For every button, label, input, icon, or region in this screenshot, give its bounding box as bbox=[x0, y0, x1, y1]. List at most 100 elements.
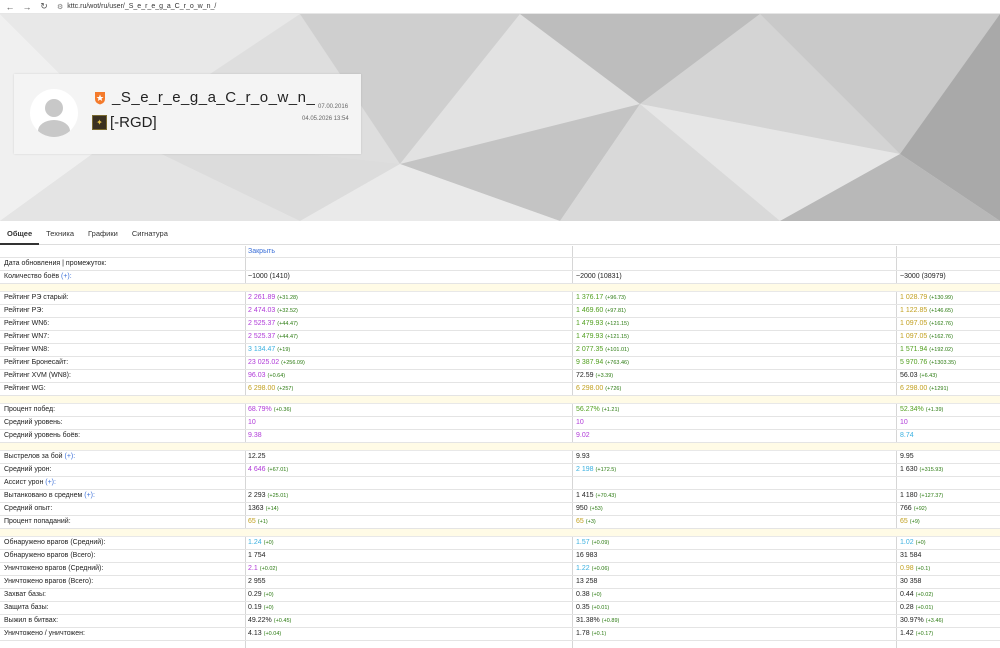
expand-toggle[interactable]: (+): bbox=[59, 273, 72, 280]
delta-text: (+31.28) bbox=[277, 295, 298, 301]
stat-value: 1.22 (+0.06) bbox=[576, 563, 609, 575]
table-row: Средний урон: 4 646 (+67.01) 2 198 (+172.5) 1… bbox=[0, 464, 1000, 477]
stat-value: ~3000 (30979) bbox=[900, 271, 946, 283]
stat-value: 6 298.00 (+726) bbox=[576, 383, 621, 395]
value-text: ~3000 (30979) bbox=[900, 273, 946, 280]
table-row: Уничтожено врагов (Всего): 2 955 13 258 30 … bbox=[0, 576, 1000, 589]
value-text: 30 358 bbox=[900, 578, 922, 585]
tab-charts[interactable]: Графики bbox=[81, 222, 125, 245]
stat-value: 72.59 (+3.39) bbox=[576, 370, 613, 382]
close-link[interactable]: Закрыть bbox=[248, 246, 275, 258]
value-text: 2 525.37 bbox=[248, 320, 276, 327]
value-text: 950 bbox=[576, 505, 588, 512]
table-row: Захват базы: 0.29 (+0) 0.38 (+0) 0.44 (+0.02) bbox=[0, 589, 1000, 602]
address-bar[interactable]: ⚙ kttc.ru/wot/ru/user/_S_e_r_e_g_a_C_r_o… bbox=[57, 1, 216, 13]
value-text: 1 479.93 bbox=[576, 333, 604, 340]
delta-text: (+1.39) bbox=[925, 407, 944, 413]
value-text: 5 970.76 bbox=[900, 359, 928, 366]
value-text: 1.22 bbox=[576, 565, 590, 572]
stat-value: ~2000 (10831) bbox=[576, 271, 622, 283]
tab-vehicles[interactable]: Техника bbox=[39, 222, 81, 245]
stat-label: Рейтинг XVM (WN8): bbox=[4, 372, 71, 379]
stat-value: 65 (+3) bbox=[576, 516, 596, 528]
delta-text: (+172.5) bbox=[595, 467, 617, 473]
expand-toggle[interactable]: (+): bbox=[82, 492, 95, 499]
value-text: 1 415 bbox=[576, 492, 594, 499]
delta-text: (+146.65) bbox=[929, 308, 953, 314]
section-separator bbox=[0, 443, 1000, 451]
site-settings-icon[interactable]: ⚙ bbox=[57, 3, 63, 11]
delta-text: (+1.21) bbox=[601, 407, 620, 413]
tab-general[interactable]: Общее bbox=[0, 222, 40, 245]
delta-text: (+0.1) bbox=[915, 566, 931, 572]
delta-text: (+0.09) bbox=[591, 540, 610, 546]
stat-value: 1 097.05 (+162.76) bbox=[900, 318, 953, 330]
expand-toggle[interactable]: (+): bbox=[63, 453, 75, 460]
delta-text: (+0.17) bbox=[915, 631, 934, 637]
stat-value: 2 261.89 (+31.28) bbox=[248, 292, 298, 304]
value-text: 1 180 bbox=[900, 492, 918, 499]
stat-value: 1.78 (+0.1) bbox=[576, 628, 606, 640]
delta-text: (+1291) bbox=[929, 386, 949, 392]
delta-text: (+53) bbox=[589, 506, 603, 512]
value-text: 2 198 bbox=[576, 466, 594, 473]
delta-text: (+257) bbox=[277, 386, 294, 392]
delta-text: (+0.36) bbox=[273, 407, 292, 413]
value-text: 9.95 bbox=[900, 453, 914, 460]
stat-value: 31.38% (+0.89) bbox=[576, 615, 619, 627]
table-row: Рейтинг Бронесайт: 23 025.02 (+256.09) 9 38… bbox=[0, 357, 1000, 370]
value-text: 9.38 bbox=[248, 432, 262, 439]
value-text: 1 097.05 bbox=[900, 333, 928, 340]
username: _S_e_r_e_g_a_C_r_o_w_n_ bbox=[112, 89, 316, 106]
delta-text: (+1) bbox=[257, 519, 268, 525]
section-separator bbox=[0, 396, 1000, 404]
value-text: 0.44 bbox=[900, 591, 914, 598]
back-icon[interactable]: ← bbox=[3, 0, 17, 14]
table-row: Средний уровень боёв: 9.38 9.02 8.74 bbox=[0, 430, 1000, 443]
delta-text: (+0.02) bbox=[259, 566, 278, 572]
value-text: 2 474.03 bbox=[248, 307, 276, 314]
table-row: Уничтожено / уничтожен: 4.13 (+0.04) 1.78 (+… bbox=[0, 628, 1000, 641]
value-text: 4.13 bbox=[248, 630, 262, 637]
value-text: 4 646 bbox=[248, 466, 266, 473]
value-text: 1 469.60 bbox=[576, 307, 604, 314]
stat-value: 1 180 (+127.37) bbox=[900, 490, 943, 502]
stat-value: 65 (+1) bbox=[248, 516, 268, 528]
stat-value: 2 474.03 (+32.52) bbox=[248, 305, 298, 317]
value-text: 3 134.47 bbox=[248, 346, 276, 353]
value-text: 1 122.85 bbox=[900, 307, 928, 314]
delta-text: (+192.02) bbox=[929, 347, 953, 353]
value-text: 1 376.17 bbox=[576, 294, 604, 301]
stat-value: 0.98 (+0.1) bbox=[900, 563, 930, 575]
stat-value: 2 077.35 (+101.01) bbox=[576, 344, 629, 356]
table-row: Защита базы: 0.19 (+0) 0.35 (+0.01) 0.28 (+0.0… bbox=[0, 602, 1000, 615]
stat-label: Ассист урон (+): bbox=[4, 479, 56, 486]
forward-icon[interactable]: → bbox=[20, 0, 34, 14]
expand-toggle[interactable]: (+): bbox=[43, 479, 56, 486]
table-row: Процент попаданий: 65 (+1) 65 (+3) 65 (+9) bbox=[0, 516, 1000, 529]
table-row: Рейтинг WG: 6 298.00 (+257) 6 298.00 (+726) 6… bbox=[0, 383, 1000, 396]
delta-text: (+44.47) bbox=[277, 321, 298, 327]
stat-label: Средний опыт: bbox=[4, 505, 53, 512]
stat-value: 96.03 (+0.64) bbox=[248, 370, 285, 382]
section-separator bbox=[0, 284, 1000, 292]
stat-value: 766 (+92) bbox=[900, 503, 927, 515]
stat-value: 13 258 bbox=[576, 576, 597, 588]
table-header-row: Закрыть bbox=[0, 246, 1000, 258]
delta-text: (+19) bbox=[277, 347, 291, 353]
clan-tag[interactable]: [-RGD] bbox=[110, 114, 157, 131]
delta-text: (+121.15) bbox=[605, 321, 629, 327]
reload-icon[interactable]: ↻ bbox=[37, 0, 51, 14]
delta-text: (+97.81) bbox=[605, 308, 626, 314]
value-text: 49.22% bbox=[248, 617, 272, 624]
value-text: 1.24 bbox=[248, 539, 262, 546]
stat-value: 1 630 (+315.93) bbox=[900, 464, 943, 476]
clan-emblem-icon[interactable]: ✦ bbox=[92, 115, 107, 130]
stat-label: Уничтожено врагов (Всего): bbox=[4, 578, 94, 585]
stat-value: 1 571.94 (+192.02) bbox=[900, 344, 953, 356]
stat-value: 1 415 (+70.43) bbox=[576, 490, 616, 502]
stat-value: 0.35 (+0.01) bbox=[576, 602, 609, 614]
stat-value: 1363 (+14) bbox=[248, 503, 279, 515]
tab-signature[interactable]: Сигнатура bbox=[125, 222, 175, 245]
delta-text: (+162.76) bbox=[929, 321, 953, 327]
